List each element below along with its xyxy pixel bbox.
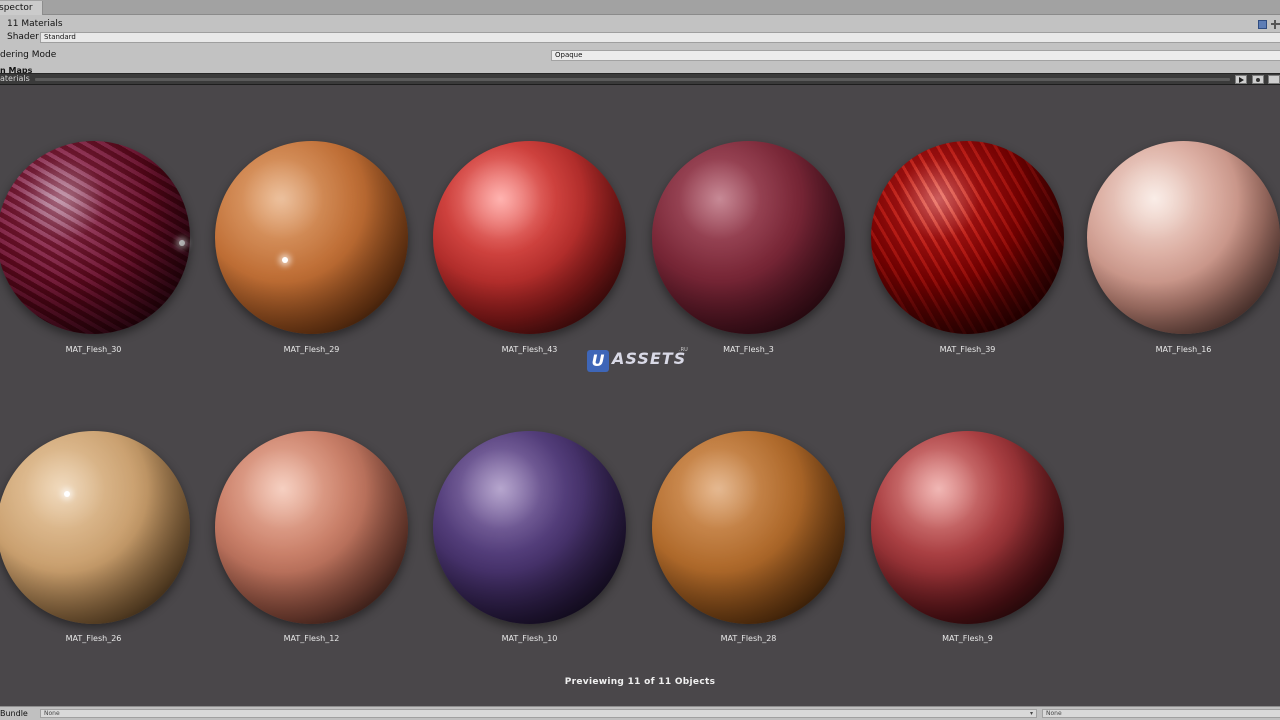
tab-inspector[interactable]: spector — [0, 1, 43, 15]
watermark-text: ASSETS — [612, 349, 687, 368]
material-sphere-preview[interactable] — [871, 431, 1064, 624]
material-sphere-preview[interactable] — [871, 141, 1064, 334]
material-label: MAT_Flesh_30 — [65, 345, 122, 354]
inspector-panel: 11 Materials Shader Standard dering Mode… — [0, 15, 1280, 75]
material-sphere-preview[interactable] — [215, 431, 408, 624]
dropdown-arrow-icon: ▾ — [1029, 710, 1033, 717]
preview-sphere-icon[interactable] — [1252, 75, 1264, 84]
preview-menu-icon[interactable] — [1268, 75, 1280, 84]
rendering-mode-row: dering Mode Opaque — [0, 50, 1280, 61]
material-label: MAT_Flesh_16 — [1155, 345, 1212, 354]
material-preview-area: MAT_Flesh_30 MAT_Flesh_29 MAT_Flesh_43 M… — [0, 86, 1280, 706]
rendering-mode-label: dering Mode — [0, 50, 57, 60]
shader-value: Standard — [44, 33, 76, 41]
specular-highlight — [64, 491, 70, 497]
material-sphere-preview[interactable] — [433, 431, 626, 624]
inspector-title-row: 11 Materials — [0, 17, 1280, 32]
asset-bundle-label: Bundle — [0, 709, 28, 718]
asset-bundle-bar: Bundle None ▾ None — [0, 706, 1280, 720]
asset-bundle-value: None — [44, 710, 60, 717]
material-label: MAT_Flesh_28 — [720, 634, 777, 643]
shader-row: Shader Standard — [0, 32, 1280, 43]
help-book-icon[interactable] — [1258, 20, 1267, 29]
rendering-mode-dropdown[interactable]: Opaque — [551, 50, 1280, 61]
specular-highlight — [179, 240, 185, 246]
material-sphere-preview[interactable] — [215, 141, 408, 334]
inspector-title: 11 Materials — [7, 19, 63, 29]
material-label: MAT_Flesh_39 — [939, 345, 996, 354]
shader-label: Shader — [7, 32, 39, 42]
material-label: MAT_Flesh_29 — [283, 345, 340, 354]
material-sphere-preview[interactable] — [0, 141, 190, 334]
material-sphere-preview[interactable] — [0, 431, 190, 624]
tab-inspector-label: spector — [0, 3, 33, 13]
rendering-mode-value: Opaque — [555, 51, 583, 59]
tab-bar: spector — [0, 0, 1280, 15]
material-label: MAT_Flesh_10 — [501, 634, 558, 643]
preview-status-text: Previewing 11 of 11 Objects — [564, 677, 716, 687]
specular-highlight — [282, 257, 288, 263]
preview-resize-handle[interactable] — [35, 78, 1230, 81]
settings-icon[interactable] — [1271, 20, 1280, 29]
watermark-mark: U — [587, 350, 609, 372]
preview-header-label: aterials — [0, 74, 30, 83]
asset-bundle-dropdown[interactable]: None ▾ — [40, 709, 1037, 718]
watermark-suffix: .RU — [679, 347, 688, 353]
material-label: MAT_Flesh_26 — [65, 634, 122, 643]
asset-bundle-variant-value: None — [1046, 710, 1062, 717]
asset-bundle-variant-dropdown[interactable]: None — [1042, 709, 1280, 718]
material-label: MAT_Flesh_9 — [942, 634, 993, 643]
material-sphere-preview[interactable] — [652, 431, 845, 624]
material-label: MAT_Flesh_12 — [283, 634, 340, 643]
material-sphere-preview[interactable] — [1087, 141, 1280, 334]
preview-header[interactable]: aterials — [0, 73, 1280, 85]
material-sphere-preview[interactable] — [652, 141, 845, 334]
play-icon[interactable] — [1235, 75, 1247, 84]
shader-dropdown[interactable]: Standard — [40, 32, 1280, 43]
material-sphere-preview[interactable] — [433, 141, 626, 334]
